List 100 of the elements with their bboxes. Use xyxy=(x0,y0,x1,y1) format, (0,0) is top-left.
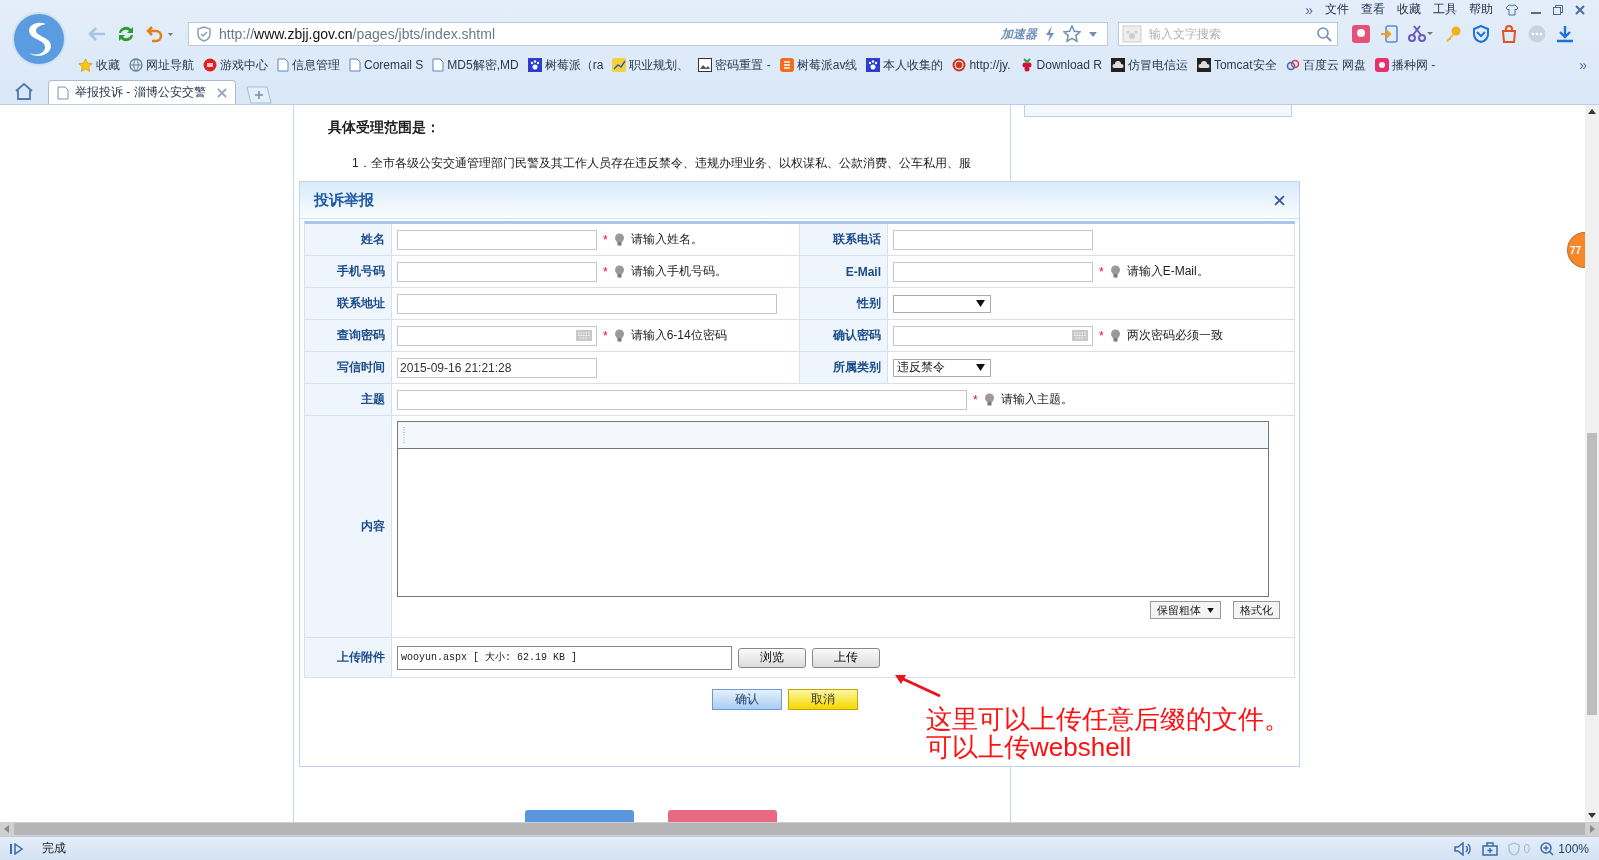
bookmark-link[interactable]: 树莓派av线 xyxy=(779,56,858,74)
restore-icon[interactable] xyxy=(1553,4,1563,15)
zoom-icon[interactable] xyxy=(1540,841,1555,856)
password-field[interactable] xyxy=(397,325,597,346)
hint-text: 请输入主题。 xyxy=(1000,391,1073,408)
field-label: 上传附件 xyxy=(305,638,392,678)
menu-item[interactable]: 收藏 xyxy=(1397,1,1421,18)
select-field[interactable]: 违反禁令 xyxy=(893,358,991,377)
field-label: 姓名 xyxy=(305,224,392,256)
search-icon[interactable] xyxy=(1316,26,1332,42)
bookmark-link[interactable]: 本人收集的 xyxy=(866,56,944,74)
required-mark: * xyxy=(973,392,978,407)
input-field[interactable] xyxy=(397,229,597,250)
bag-icon[interactable] xyxy=(1500,25,1518,43)
more-menu-button[interactable]: » xyxy=(1305,1,1313,18)
field-label: 所属类别 xyxy=(800,352,888,384)
confirm-button[interactable]: 确认 xyxy=(711,689,782,710)
caret-icon xyxy=(1207,607,1214,613)
bookmark-link[interactable]: 百度云 网盘 xyxy=(1285,56,1366,74)
download-icon[interactable] xyxy=(1556,25,1574,43)
sidebar-icon[interactable] xyxy=(1380,25,1398,43)
page-icon xyxy=(57,85,69,100)
input-field[interactable] xyxy=(397,293,777,314)
bookmark-link[interactable]: http://jy. xyxy=(952,58,1011,72)
bookmark-link[interactable]: 密码重置 - xyxy=(698,56,771,74)
browse-button[interactable]: 浏览 xyxy=(738,647,806,668)
bookmark-link[interactable]: Coremail S xyxy=(349,58,424,72)
bookmark-link[interactable]: 游戏中心 xyxy=(203,56,268,74)
bookmark-link[interactable]: 职业规划、 xyxy=(612,56,690,74)
password-field[interactable] xyxy=(893,325,1093,346)
search-field[interactable]: 输入文字搜索 xyxy=(1118,22,1338,46)
menu-item[interactable]: 工具 xyxy=(1433,1,1457,18)
cancel-button[interactable]: 取消 xyxy=(787,689,858,710)
keyboard-icon[interactable] xyxy=(576,330,592,341)
field-label: 性别 xyxy=(800,288,888,320)
link-icon xyxy=(1285,58,1300,72)
close-icon[interactable] xyxy=(1274,194,1285,206)
input-field[interactable] xyxy=(893,229,1093,250)
undo-icon[interactable] xyxy=(146,25,174,43)
skin-icon[interactable] xyxy=(1505,3,1519,16)
input-field[interactable]: 2015-09-16 21:21:28 xyxy=(397,357,597,378)
required-mark: * xyxy=(603,232,608,247)
globe-icon xyxy=(129,58,143,72)
sidebar-toggle-icon[interactable] xyxy=(10,842,24,855)
select-field[interactable] xyxy=(893,294,991,313)
lightning-icon[interactable] xyxy=(1045,26,1055,42)
hint-text: 请输入姓名。 xyxy=(630,231,703,248)
speaker-icon[interactable] xyxy=(1453,841,1472,856)
paw-icon[interactable] xyxy=(1122,25,1142,43)
shield-icon[interactable] xyxy=(1472,25,1490,43)
upload-button[interactable]: 上传 xyxy=(812,647,880,668)
home-icon[interactable] xyxy=(14,82,34,100)
keyboard-icon[interactable] xyxy=(1072,330,1088,341)
bookmark-link[interactable]: Download R xyxy=(1019,58,1102,72)
menu-item[interactable]: 查看 xyxy=(1361,1,1385,18)
input-field[interactable] xyxy=(397,389,967,410)
grip-icon[interactable] xyxy=(402,426,407,444)
bookmark-link[interactable]: 网址导航 xyxy=(129,56,194,74)
close-icon[interactable] xyxy=(1575,4,1585,15)
bookmark-link[interactable]: 播种网 - xyxy=(1374,56,1436,74)
more-icon[interactable] xyxy=(1528,25,1546,43)
star-icon[interactable] xyxy=(1063,25,1081,43)
file-field[interactable]: wooyun.aspx [ 大小: 62.19 KB ] xyxy=(397,645,732,670)
bookmark-link[interactable]: Tomcat安全 xyxy=(1196,56,1277,74)
hint-text: 请输入6-14位密码 xyxy=(630,327,727,344)
scrollbar-thumb[interactable] xyxy=(14,823,1585,835)
field-label: 查询密码 xyxy=(305,320,392,352)
field-label: E-Mail xyxy=(800,256,888,288)
paragraph: 1．全市各级公安交通管理部门民警及其工作人员存在违反禁令、违规办理业务、以权谋私、公款消费、公车私用、服 xyxy=(352,155,972,172)
back-icon[interactable] xyxy=(88,26,106,42)
annotation-text: 这里可以上传任意后缀的文件。 xyxy=(926,705,1290,733)
field-label: 手机号码 xyxy=(305,256,392,288)
paw-icon xyxy=(866,58,881,72)
toolbox-icon[interactable] xyxy=(1481,841,1498,856)
browser-tab[interactable]: 举报投诉 - 淄博公安交警 xyxy=(48,80,236,104)
new-tab-button[interactable] xyxy=(244,86,272,104)
input-field[interactable] xyxy=(397,261,597,282)
input-field[interactable] xyxy=(893,261,1093,282)
bulb-icon xyxy=(613,265,625,278)
bookmark-link[interactable]: 树莓派（ra xyxy=(527,56,604,74)
more-bookmarks-button[interactable]: » xyxy=(1579,57,1587,73)
bookmark-link[interactable]: 收藏 xyxy=(78,56,120,74)
scrollbar-thumb[interactable] xyxy=(1587,433,1597,715)
bookmark-link[interactable]: 仿冒电信运 xyxy=(1110,56,1188,74)
scissors-icon[interactable] xyxy=(1408,25,1434,43)
font-select[interactable]: 保留粗体 xyxy=(1150,601,1221,619)
refresh-icon[interactable] xyxy=(116,24,136,44)
menu-item[interactable]: 帮助 xyxy=(1469,1,1493,18)
app-icon[interactable] xyxy=(1352,25,1370,43)
seal-icon xyxy=(952,58,967,72)
zoom-level[interactable]: 100% xyxy=(1558,841,1589,856)
address-bar[interactable]: http://www.zbjj.gov.cn/pages/jbts/index.shtml 加速器 xyxy=(188,22,1108,46)
bookmark-link[interactable]: MD5解密,MD xyxy=(432,56,519,74)
format-button[interactable]: 格式化 xyxy=(1233,601,1280,619)
url-text[interactable]: http://www.zbjj.gov.cn/pages/jbts/index.shtml xyxy=(219,26,993,42)
key-icon[interactable] xyxy=(1444,25,1462,43)
menu-item[interactable]: 文件 xyxy=(1325,1,1349,18)
caret-icon[interactable] xyxy=(1089,31,1097,37)
bookmark-link[interactable]: 信息管理 xyxy=(277,56,340,74)
bulb-icon xyxy=(613,233,625,246)
